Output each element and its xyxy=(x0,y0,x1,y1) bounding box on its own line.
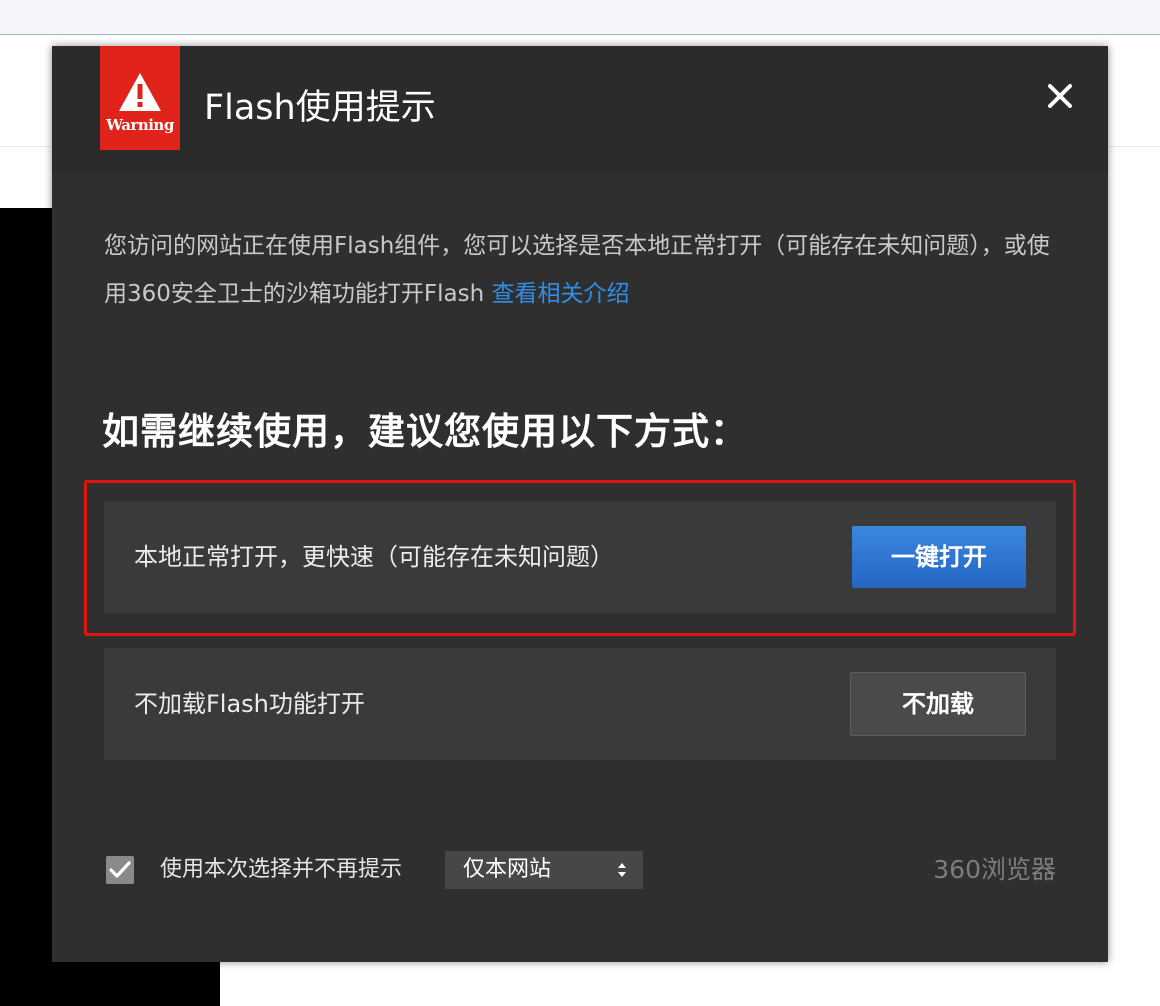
option-label: 本地正常打开，更快速（可能存在未知问题） xyxy=(134,543,614,571)
remember-choice-checkbox[interactable] xyxy=(106,856,134,884)
flash-prompt-dialog: Warning Flash使用提示 您访问的网站正在使用Flash组件，您可以选… xyxy=(52,46,1108,962)
checkmark-icon xyxy=(109,861,131,878)
select-updown-icon xyxy=(618,863,626,877)
scope-select-value: 仅本网站 xyxy=(463,857,552,882)
option-label: 不加载Flash功能打开 xyxy=(134,690,365,718)
option-open-locally: 本地正常打开，更快速（可能存在未知问题） 一键打开 xyxy=(104,501,1056,613)
warning-triangle-icon xyxy=(119,73,161,111)
close-button[interactable] xyxy=(1040,76,1080,116)
dialog-title: Flash使用提示 xyxy=(204,88,436,128)
option-no-flash: 不加载Flash功能打开 不加载 xyxy=(104,648,1056,760)
warning-badge: Warning xyxy=(100,46,180,150)
learn-more-link[interactable]: 查看相关介绍 xyxy=(492,281,630,307)
close-icon xyxy=(1048,84,1072,108)
dialog-header: Warning Flash使用提示 xyxy=(52,46,1108,172)
dialog-description: 您访问的网站正在使用Flash组件，您可以选择是否本地正常打开（可能存在未知问题… xyxy=(104,222,1064,318)
brand-label: 360浏览器 xyxy=(933,855,1056,884)
scope-select[interactable]: 仅本网站 xyxy=(445,851,643,889)
one-click-open-button[interactable]: 一键打开 xyxy=(852,526,1026,588)
remember-choice-label: 使用本次选择并不再提示 xyxy=(160,857,403,882)
warning-badge-label: Warning xyxy=(106,116,174,134)
do-not-load-button[interactable]: 不加载 xyxy=(850,672,1026,736)
browser-toolbar-background xyxy=(0,0,1160,35)
options-heading: 如需继续使用，建议您使用以下方式： xyxy=(102,410,748,453)
